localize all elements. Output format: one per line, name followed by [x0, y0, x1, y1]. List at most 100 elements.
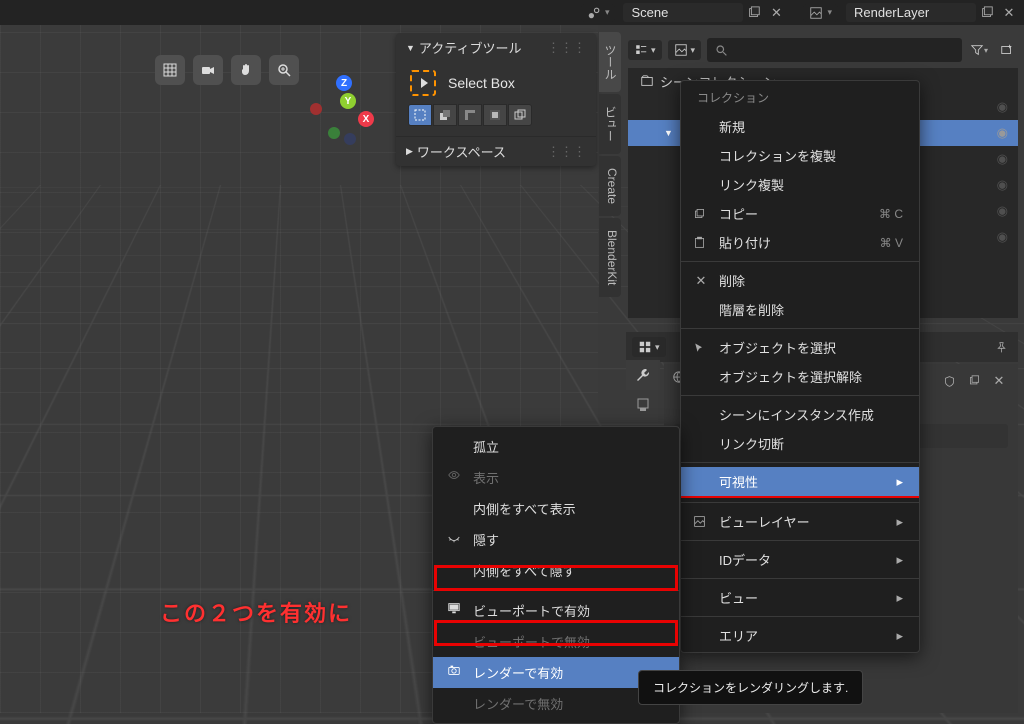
- menu-view-layer[interactable]: ビューレイヤー▸: [681, 507, 919, 536]
- grid-icon[interactable]: [155, 55, 185, 85]
- sidebar-vertical-tabs: ツール ビュー Create BlenderKit: [599, 32, 621, 297]
- hand-icon[interactable]: [231, 55, 261, 85]
- menu-header: コレクション: [681, 83, 919, 112]
- eye-icon[interactable]: ◉: [997, 151, 1008, 167]
- drag-handle-icon[interactable]: ⋮⋮⋮: [547, 144, 586, 160]
- select-mode-intersect[interactable]: [508, 104, 532, 126]
- camera-icon[interactable]: [193, 55, 223, 85]
- copy-icon: [693, 207, 709, 220]
- workspace-header[interactable]: ▶ ワークスペース ⋮⋮⋮: [396, 136, 596, 166]
- image-icon: [693, 515, 709, 528]
- submenu-isolate[interactable]: 孤立: [433, 431, 679, 462]
- select-mode-row: [396, 104, 596, 136]
- gizmo-x-axis[interactable]: X: [358, 111, 374, 127]
- scene-name-field[interactable]: Scene: [623, 3, 743, 22]
- select-mode-extend[interactable]: [433, 104, 457, 126]
- active-tool-title: アクティブツール: [419, 38, 522, 57]
- collection-box-icon: [640, 74, 654, 88]
- orientation-gizmo[interactable]: Z Y X: [310, 75, 380, 145]
- prop-tab-tool[interactable]: [626, 360, 660, 390]
- eye-icon[interactable]: ◉: [997, 229, 1008, 245]
- eye-icon[interactable]: ◉: [997, 177, 1008, 193]
- outliner-header: ▾ ▾ ▾: [628, 35, 1018, 65]
- vtab-create[interactable]: Create: [599, 156, 621, 216]
- menu-paste[interactable]: 貼り付け⌘ V: [681, 228, 919, 257]
- vtab-blenderkit[interactable]: BlenderKit: [599, 218, 621, 297]
- menu-deselect-objects[interactable]: オブジェクトを選択解除: [681, 362, 919, 391]
- menu-delete-hierarchy[interactable]: 階層を削除: [681, 295, 919, 324]
- menu-select-objects[interactable]: オブジェクトを選択: [681, 333, 919, 362]
- submenu-enable-viewport[interactable]: ビューポートで有効: [433, 595, 679, 626]
- viewlayer-selector[interactable]: ▾: [803, 4, 838, 22]
- gizmo-y-axis[interactable]: Y: [340, 93, 356, 109]
- delete-viewlayer-button[interactable]: ✕: [998, 2, 1020, 24]
- submenu-hide[interactable]: 隠す: [433, 524, 679, 555]
- tooltip: コレクションをレンダリングします.: [638, 670, 863, 705]
- cursor-icon: [693, 342, 709, 354]
- select-box-tool-icon: [410, 70, 436, 96]
- close-icon[interactable]: ✕: [988, 370, 1010, 392]
- menu-instance-to-scene[interactable]: シーンにインスタンス作成: [681, 400, 919, 429]
- gizmo-neg-x[interactable]: [310, 103, 322, 115]
- menu-copy[interactable]: コピー⌘ C: [681, 199, 919, 228]
- eye-icon[interactable]: ◉: [997, 203, 1008, 219]
- vtab-view[interactable]: ビュー: [599, 94, 621, 154]
- gizmo-neg-y[interactable]: [328, 127, 340, 139]
- submenu-disable-viewport[interactable]: ビューポートで無効: [433, 626, 679, 657]
- outliner-search[interactable]: [707, 38, 962, 62]
- monitor-icon: [447, 601, 461, 615]
- menu-unlink[interactable]: リンク切断: [681, 429, 919, 458]
- submenu-show[interactable]: 表示: [433, 462, 679, 493]
- active-tool-header[interactable]: ▼ アクティブツール ⋮⋮⋮: [396, 33, 596, 62]
- select-box-label: Select Box: [448, 75, 515, 91]
- scene-selector[interactable]: ▾: [581, 4, 616, 22]
- renderlayer-field[interactable]: RenderLayer: [846, 3, 976, 22]
- eye-icon[interactable]: ◉: [997, 125, 1008, 141]
- menu-id-data[interactable]: IDデータ▸: [681, 545, 919, 574]
- drag-handle-icon[interactable]: ⋮⋮⋮: [547, 40, 586, 56]
- eye-icon[interactable]: ◉: [997, 99, 1008, 115]
- menu-delete[interactable]: ✕ 削除: [681, 266, 919, 295]
- prop-tab-render[interactable]: [626, 390, 660, 420]
- menu-area[interactable]: エリア▸: [681, 621, 919, 650]
- outliner-new-collection[interactable]: [996, 39, 1018, 61]
- scene-icon: [587, 6, 601, 20]
- vtab-tool[interactable]: ツール: [599, 32, 621, 92]
- x-icon: ✕: [693, 273, 709, 289]
- camera-icon: [447, 663, 461, 677]
- menu-duplicate-collection[interactable]: コレクションを複製: [681, 141, 919, 170]
- new-scene-button[interactable]: [743, 2, 765, 24]
- select-mode-subtract[interactable]: [458, 104, 482, 126]
- shield-icon[interactable]: [938, 370, 960, 392]
- properties-editor-type[interactable]: ▾: [632, 337, 666, 357]
- menu-new[interactable]: 新規: [681, 112, 919, 141]
- zoom-icon[interactable]: [269, 55, 299, 85]
- eye-icon: [447, 468, 461, 482]
- copy-icon[interactable]: [963, 370, 985, 392]
- select-mode-invert[interactable]: [483, 104, 507, 126]
- menu-visibility[interactable]: 可視性▸: [681, 467, 919, 496]
- submenu-show-all-inside[interactable]: 内側をすべて表示: [433, 493, 679, 524]
- gizmo-neg-z[interactable]: [344, 133, 356, 145]
- properties-tabs: [626, 360, 662, 420]
- annotation-text: この２つを有効に: [160, 596, 352, 628]
- new-viewlayer-button[interactable]: [976, 2, 998, 24]
- outliner-display-mode[interactable]: ▾: [628, 40, 662, 60]
- top-bar: ▾ Scene ✕ ▾ RenderLayer ✕: [0, 0, 1024, 25]
- eye-closed-icon: [447, 530, 461, 544]
- paste-icon: [693, 236, 709, 249]
- select-mode-set[interactable]: [408, 104, 432, 126]
- outliner-filter-button[interactable]: ▾: [968, 39, 990, 61]
- delete-scene-button[interactable]: ✕: [765, 2, 787, 24]
- outliner-viewlayer-drop[interactable]: ▾: [668, 40, 702, 60]
- search-icon: [715, 44, 728, 57]
- image-icon: [809, 6, 823, 20]
- collection-context-menu: コレクション 新規 コレクションを複製 リンク複製 コピー⌘ C 貼り付け⌘ V…: [680, 80, 920, 653]
- submenu-hide-all-inside[interactable]: 内側をすべて隠す: [433, 555, 679, 586]
- workspace-title: ワークスペース: [417, 142, 506, 161]
- properties-pin[interactable]: [990, 336, 1012, 358]
- menu-view[interactable]: ビュー▸: [681, 583, 919, 612]
- menu-duplicate-linked[interactable]: リンク複製: [681, 170, 919, 199]
- active-tool-panel: ▼ アクティブツール ⋮⋮⋮ Select Box ▶ ワークスペース ⋮⋮⋮: [396, 33, 596, 166]
- gizmo-z-axis[interactable]: Z: [336, 75, 352, 91]
